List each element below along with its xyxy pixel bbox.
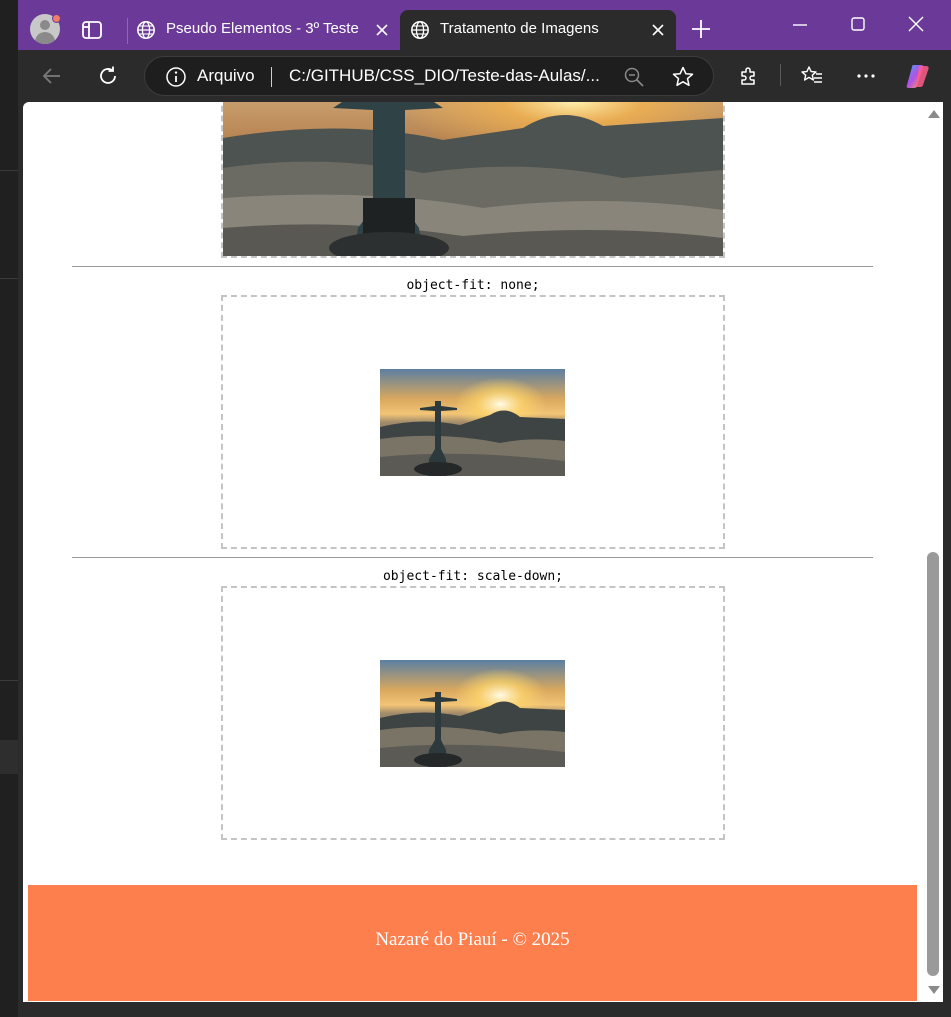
divider xyxy=(271,67,272,87)
background-window-edge xyxy=(0,0,18,1017)
tab-actions-icon[interactable] xyxy=(80,18,104,42)
new-tab-icon[interactable] xyxy=(690,18,712,40)
tab-pseudo-elementos[interactable]: Pseudo Elementos - 3º Teste xyxy=(126,10,398,50)
browser-window: Pseudo Elementos - 3º Teste Tratamento d… xyxy=(18,0,951,1017)
image-frame-scale-down xyxy=(221,586,725,840)
vertical-scrollbar[interactable] xyxy=(923,102,943,1002)
favorites-icon[interactable] xyxy=(800,64,824,88)
scrollbar-thumb[interactable] xyxy=(927,552,939,976)
toolbar: Arquivo C:/GITHUB/CSS_DIO/Teste-das-Aula… xyxy=(18,50,951,102)
footer-text: Nazaré do Piauí - © 2025 xyxy=(375,929,570,950)
tab-title: Pseudo Elementos - 3º Teste xyxy=(166,20,359,37)
zoom-out-icon[interactable] xyxy=(623,66,645,88)
notification-dot xyxy=(52,14,61,23)
caption-object-fit-none: object-fit: none; xyxy=(406,278,540,293)
tab-title: Tratamento de Imagens xyxy=(440,20,599,37)
rio-photo xyxy=(380,369,565,476)
close-icon[interactable] xyxy=(650,22,666,38)
scroll-up-icon[interactable] xyxy=(928,110,940,118)
window-bottom-edge xyxy=(23,1002,943,1017)
image-frame-none xyxy=(221,295,725,549)
page-footer: Nazaré do Piauí - © 2025 xyxy=(28,885,917,1001)
scroll-down-icon[interactable] xyxy=(928,986,940,994)
info-icon[interactable] xyxy=(165,66,187,88)
divider xyxy=(72,557,873,558)
divider xyxy=(0,680,18,681)
page-viewport: object-fit: none; object-fit: scale-down… xyxy=(23,102,923,1002)
minimize-icon[interactable] xyxy=(790,14,810,34)
more-icon[interactable] xyxy=(854,64,878,88)
title-bar: Pseudo Elementos - 3º Teste Tratamento d… xyxy=(18,0,951,50)
window-close-icon[interactable] xyxy=(906,14,926,34)
caption-object-fit-scale-down: object-fit: scale-down; xyxy=(382,569,563,584)
globe-icon xyxy=(411,21,429,39)
toolbar-separator xyxy=(780,64,781,86)
globe-icon xyxy=(137,21,155,39)
divider xyxy=(0,278,18,279)
image-frame-cover xyxy=(221,102,725,258)
rio-photo xyxy=(223,102,723,256)
close-icon[interactable] xyxy=(374,22,390,38)
refresh-icon[interactable] xyxy=(96,64,120,88)
divider xyxy=(0,170,18,171)
site-info-label[interactable]: Arquivo xyxy=(197,66,255,86)
favorite-star-icon[interactable] xyxy=(671,65,695,89)
divider xyxy=(0,740,18,774)
copilot-icon[interactable] xyxy=(904,62,932,90)
address-bar[interactable]: Arquivo C:/GITHUB/CSS_DIO/Teste-das-Aula… xyxy=(144,56,714,96)
rio-photo xyxy=(380,660,565,767)
extensions-icon[interactable] xyxy=(736,64,760,88)
back-icon[interactable] xyxy=(40,64,64,88)
divider xyxy=(72,266,873,267)
tab-tratamento-de-imagens[interactable]: Tratamento de Imagens xyxy=(400,10,676,50)
url-text[interactable]: C:/GITHUB/CSS_DIO/Teste-das-Aulas/... xyxy=(289,66,600,86)
maximize-icon[interactable] xyxy=(848,14,868,34)
